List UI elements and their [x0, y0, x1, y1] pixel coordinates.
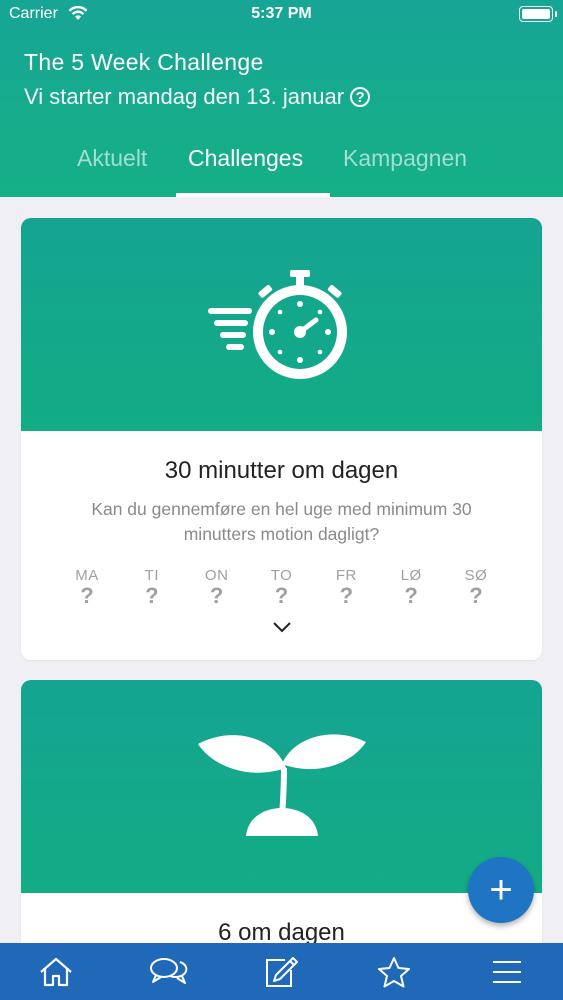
- day-status-icon: ?: [404, 583, 418, 608]
- day-lo[interactable]: LØ ?: [383, 567, 439, 608]
- battery-icon: [519, 6, 557, 22]
- day-on[interactable]: ON ?: [189, 567, 245, 608]
- day-label: SØ: [464, 567, 488, 584]
- day-so[interactable]: SØ ?: [448, 567, 504, 608]
- nav-favorites[interactable]: [364, 943, 424, 1000]
- stopwatch-icon: [208, 270, 347, 379]
- day-label: MA: [75, 567, 99, 584]
- home-icon: [40, 957, 73, 986]
- card-description: Kan du gennemføre en hel uge med minimum…: [91, 499, 472, 544]
- star-icon: [378, 956, 411, 987]
- weekday-row: MA ? TI ? ON ? TO ? FR ? LØ ? SØ ?: [21, 567, 542, 608]
- card-title: 30 minutter om dagen: [164, 457, 399, 484]
- edit-icon: [266, 956, 299, 987]
- start-date-text: Vi starter mandag den 13. januar: [24, 84, 345, 109]
- tab-aktuelt[interactable]: Aktuelt: [77, 145, 147, 172]
- challenge-card-6-om-dagen[interactable]: 6 om dagen: [21, 680, 542, 970]
- menu-icon: [492, 960, 521, 983]
- card-hero: [21, 680, 542, 893]
- active-tab-indicator: [176, 193, 330, 197]
- day-status-icon: ?: [80, 583, 94, 608]
- day-label: TI: [144, 567, 159, 584]
- bottom-nav: [0, 943, 563, 1000]
- chat-icon: [149, 957, 188, 984]
- card-hero: [21, 218, 542, 431]
- day-ti[interactable]: TI ?: [124, 567, 180, 608]
- header: Carrier 5:37 PM The 5 Week Challenge Vi …: [0, 0, 563, 197]
- day-fr[interactable]: FR ?: [318, 567, 374, 608]
- day-to[interactable]: TO ?: [253, 567, 309, 608]
- status-bar: Carrier 5:37 PM: [0, 0, 563, 30]
- day-status-icon: ?: [469, 583, 483, 608]
- day-label: LØ: [400, 567, 422, 584]
- day-label: FR: [335, 567, 357, 584]
- page-subtitle: Vi starter mandag den 13. januar ?: [24, 84, 371, 110]
- nav-chat[interactable]: [139, 943, 199, 1000]
- status-time: 5:37 PM: [251, 5, 312, 22]
- nav-menu[interactable]: [477, 943, 537, 1000]
- tab-bar: Aktuelt Challenges Kampagnen: [0, 140, 563, 197]
- day-status-icon: ?: [209, 583, 224, 608]
- help-icon[interactable]: ?: [350, 87, 371, 107]
- nav-edit[interactable]: [251, 943, 311, 1000]
- day-status-icon: ?: [145, 583, 159, 608]
- challenge-card-30-min[interactable]: 30 minutter om dagen Kan du gennemføre e…: [21, 218, 542, 660]
- chevron-down-icon[interactable]: [21, 620, 542, 638]
- day-status-icon: ?: [274, 583, 289, 608]
- day-ma[interactable]: MA ?: [59, 567, 115, 608]
- nav-home[interactable]: [26, 943, 86, 1000]
- day-status-icon: ?: [339, 583, 354, 608]
- day-label: TO: [270, 567, 293, 584]
- sprout-icon: [198, 734, 366, 836]
- day-label: ON: [204, 567, 229, 584]
- tab-challenges[interactable]: Challenges: [188, 145, 303, 172]
- tab-kampagnen[interactable]: Kampagnen: [343, 145, 467, 172]
- add-button[interactable]: +: [468, 857, 534, 923]
- page-title: The 5 Week Challenge: [24, 49, 264, 75]
- plus-icon: +: [489, 868, 513, 912]
